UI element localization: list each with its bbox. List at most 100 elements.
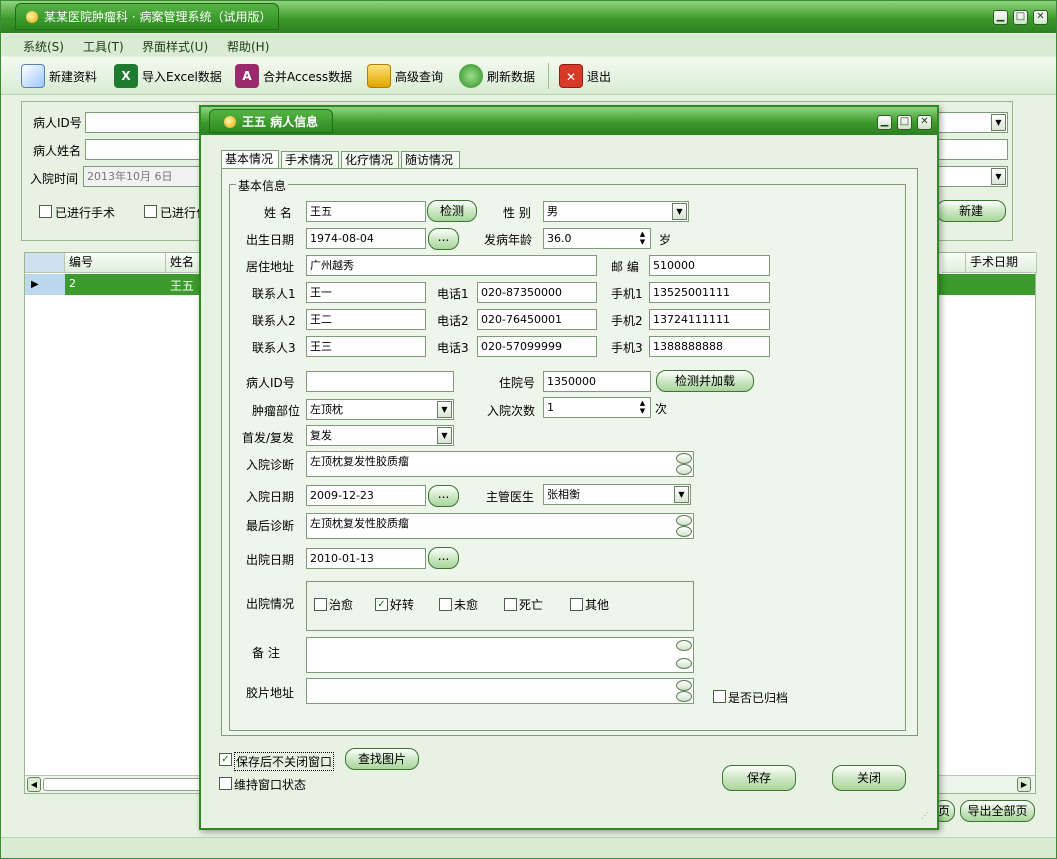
column-header-id[interactable]: 编号 — [65, 253, 166, 273]
discharge-other-checkbox[interactable] — [570, 598, 583, 611]
gender-select[interactable]: 男 ▼ — [543, 201, 689, 222]
tel3-input[interactable]: 020-57099999 — [477, 336, 597, 357]
patient-id-input[interactable] — [85, 112, 203, 133]
mobile2-input[interactable]: 13724111111 — [649, 309, 770, 330]
admit-date-input[interactable]: 2009-12-23 — [306, 485, 426, 506]
save-button[interactable]: 保存 — [722, 765, 796, 791]
dialog-maximize-button[interactable]: □ — [897, 115, 912, 130]
tumor-site-select[interactable]: 左顶枕 ▼ — [306, 399, 454, 420]
chevron-down-icon[interactable]: ▼ — [991, 168, 1006, 185]
menu-help[interactable]: 帮助(H) — [227, 38, 269, 55]
patient-name-label: 病人姓名 — [33, 144, 82, 158]
discharge-died-checkbox[interactable] — [504, 598, 517, 611]
tel2-input[interactable]: 020-76450001 — [477, 309, 597, 330]
admit-times-spin[interactable]: 1 ▲ ▼ — [543, 397, 651, 418]
scroll-up-icon[interactable] — [676, 515, 692, 526]
doctor-select[interactable]: 张相衡 ▼ — [543, 484, 691, 505]
mobile2-label: 手机2 — [611, 314, 643, 328]
patient-name-input[interactable] — [85, 139, 203, 160]
mobile1-input[interactable]: 13525001111 — [649, 282, 770, 303]
remarks-memo[interactable] — [306, 637, 694, 673]
birth-input[interactable]: 1974-08-04 — [306, 228, 426, 249]
admit-date-button[interactable]: ... — [428, 485, 459, 507]
pid-input[interactable] — [306, 371, 454, 392]
resize-grip-icon[interactable]: ⋰ — [921, 812, 931, 823]
contact1-input[interactable]: 王一 — [306, 282, 426, 303]
menu-style[interactable]: 界面样式(U) — [142, 38, 208, 55]
scroll-down-icon[interactable] — [676, 464, 692, 475]
address-input[interactable]: 广州越秀 — [306, 255, 597, 276]
admit-date-picker[interactable]: 2013年10月 6日 — [83, 166, 203, 187]
discharge-uncured-checkbox[interactable] — [439, 598, 452, 611]
check-button[interactable]: 检测 — [427, 200, 477, 222]
maximize-button[interactable]: □ — [1013, 10, 1028, 25]
keep-state-checkbox[interactable] — [219, 777, 232, 790]
tab-basic[interactable]: 基本情况 — [221, 150, 279, 169]
discharge-improved-checkbox[interactable]: ✓ — [375, 598, 388, 611]
admit-diag-memo[interactable]: 左顶枕复发性胶质瘤 — [306, 451, 694, 477]
spin-arrows-icon[interactable]: ▲ ▼ — [636, 399, 649, 416]
tel1-input[interactable]: 020-87350000 — [477, 282, 597, 303]
mobile3-input[interactable]: 1388888888 — [649, 336, 770, 357]
archived-checkbox[interactable] — [713, 690, 726, 703]
close-button[interactable]: ✕ — [1033, 10, 1048, 25]
discharge-date-button[interactable]: ... — [428, 547, 459, 569]
search-input-right[interactable] — [938, 139, 1008, 160]
chevron-down-icon[interactable]: ▼ — [672, 203, 687, 220]
scroll-up-icon[interactable] — [676, 640, 692, 651]
menu-tools[interactable]: 工具(T) — [83, 38, 124, 55]
search-combo-right[interactable]: ▼ — [938, 112, 1008, 133]
scroll-down-icon[interactable] — [676, 691, 692, 702]
tab-surgery[interactable]: 手术情况 — [281, 151, 339, 169]
discharge-date-input[interactable]: 2010-01-13 — [306, 548, 426, 569]
chevron-down-icon[interactable]: ▼ — [437, 401, 452, 418]
scroll-up-icon[interactable] — [676, 453, 692, 464]
contact3-input[interactable]: 王三 — [306, 336, 426, 357]
new-button[interactable]: 新建 — [936, 200, 1006, 222]
scroll-up-icon[interactable] — [676, 680, 692, 691]
merge-access-button[interactable]: A 合并Access数据 — [235, 63, 352, 89]
scroll-thumb[interactable] — [43, 778, 203, 791]
column-header-surgery-date[interactable]: 手术日期 — [966, 253, 1037, 273]
search-combo-right-2[interactable]: ▼ — [938, 166, 1008, 187]
check-load-button[interactable]: 检测并加载 — [656, 370, 754, 392]
minimize-button[interactable]: ▁ — [993, 10, 1008, 25]
chevron-down-icon[interactable]: ▼ — [991, 114, 1006, 131]
hosp-no-input[interactable]: 1350000 — [543, 371, 651, 392]
import-excel-button[interactable]: X 导入Excel数据 — [114, 63, 222, 89]
tab-chemo[interactable]: 化疗情况 — [341, 151, 399, 169]
scroll-right-icon[interactable]: ▶ — [1017, 777, 1031, 792]
scroll-down-icon[interactable] — [676, 658, 692, 669]
postcode-input[interactable]: 510000 — [649, 255, 770, 276]
find-image-button[interactable]: 查找图片 — [345, 748, 419, 770]
final-diag-memo[interactable]: 左顶枕复发性胶质瘤 — [306, 513, 694, 539]
film-memo[interactable] — [306, 678, 694, 704]
name-input[interactable]: 王五 — [306, 201, 426, 222]
advanced-query-button[interactable]: 高级查询 — [367, 63, 443, 89]
chevron-down-icon[interactable]: ▼ — [437, 427, 452, 444]
dialog-close-button[interactable]: ✕ — [917, 115, 932, 130]
new-record-button[interactable]: 新建资料 — [21, 63, 97, 89]
discharge-cured-checkbox[interactable] — [314, 598, 327, 611]
scroll-left-icon[interactable]: ◀ — [27, 777, 41, 792]
column-header-name[interactable]: 姓名 — [166, 253, 202, 273]
first-recur-select[interactable]: 复发 ▼ — [306, 425, 454, 446]
close-dialog-button[interactable]: 关闭 — [832, 765, 906, 791]
birth-date-button[interactable]: ... — [428, 228, 459, 250]
menu-system[interactable]: 系统(S) — [23, 38, 64, 55]
column-header-hidden[interactable] — [942, 253, 966, 273]
tab-followup[interactable]: 随访情况 — [401, 151, 460, 169]
dialog-minimize-button[interactable]: ▁ — [877, 115, 892, 130]
chemo-checkbox[interactable] — [144, 205, 157, 218]
scroll-down-icon[interactable] — [676, 526, 692, 537]
refresh-button[interactable]: 刷新数据 — [459, 63, 535, 89]
keep-open-checkbox[interactable]: ✓ — [219, 753, 232, 766]
exit-button[interactable]: ✕ 退出 — [559, 63, 611, 89]
title-bar: 某某医院肿瘤科 · 病案管理系统（试用版） ▁ □ ✕ — [1, 1, 1056, 33]
chevron-down-icon[interactable]: ▼ — [674, 486, 689, 503]
export-all-button[interactable]: 导出全部页 — [960, 800, 1035, 822]
surgery-checkbox[interactable] — [39, 205, 52, 218]
spin-arrows-icon[interactable]: ▲ ▼ — [636, 230, 649, 247]
contact2-input[interactable]: 王二 — [306, 309, 426, 330]
onset-age-spin[interactable]: 36.0 ▲ ▼ — [543, 228, 651, 249]
